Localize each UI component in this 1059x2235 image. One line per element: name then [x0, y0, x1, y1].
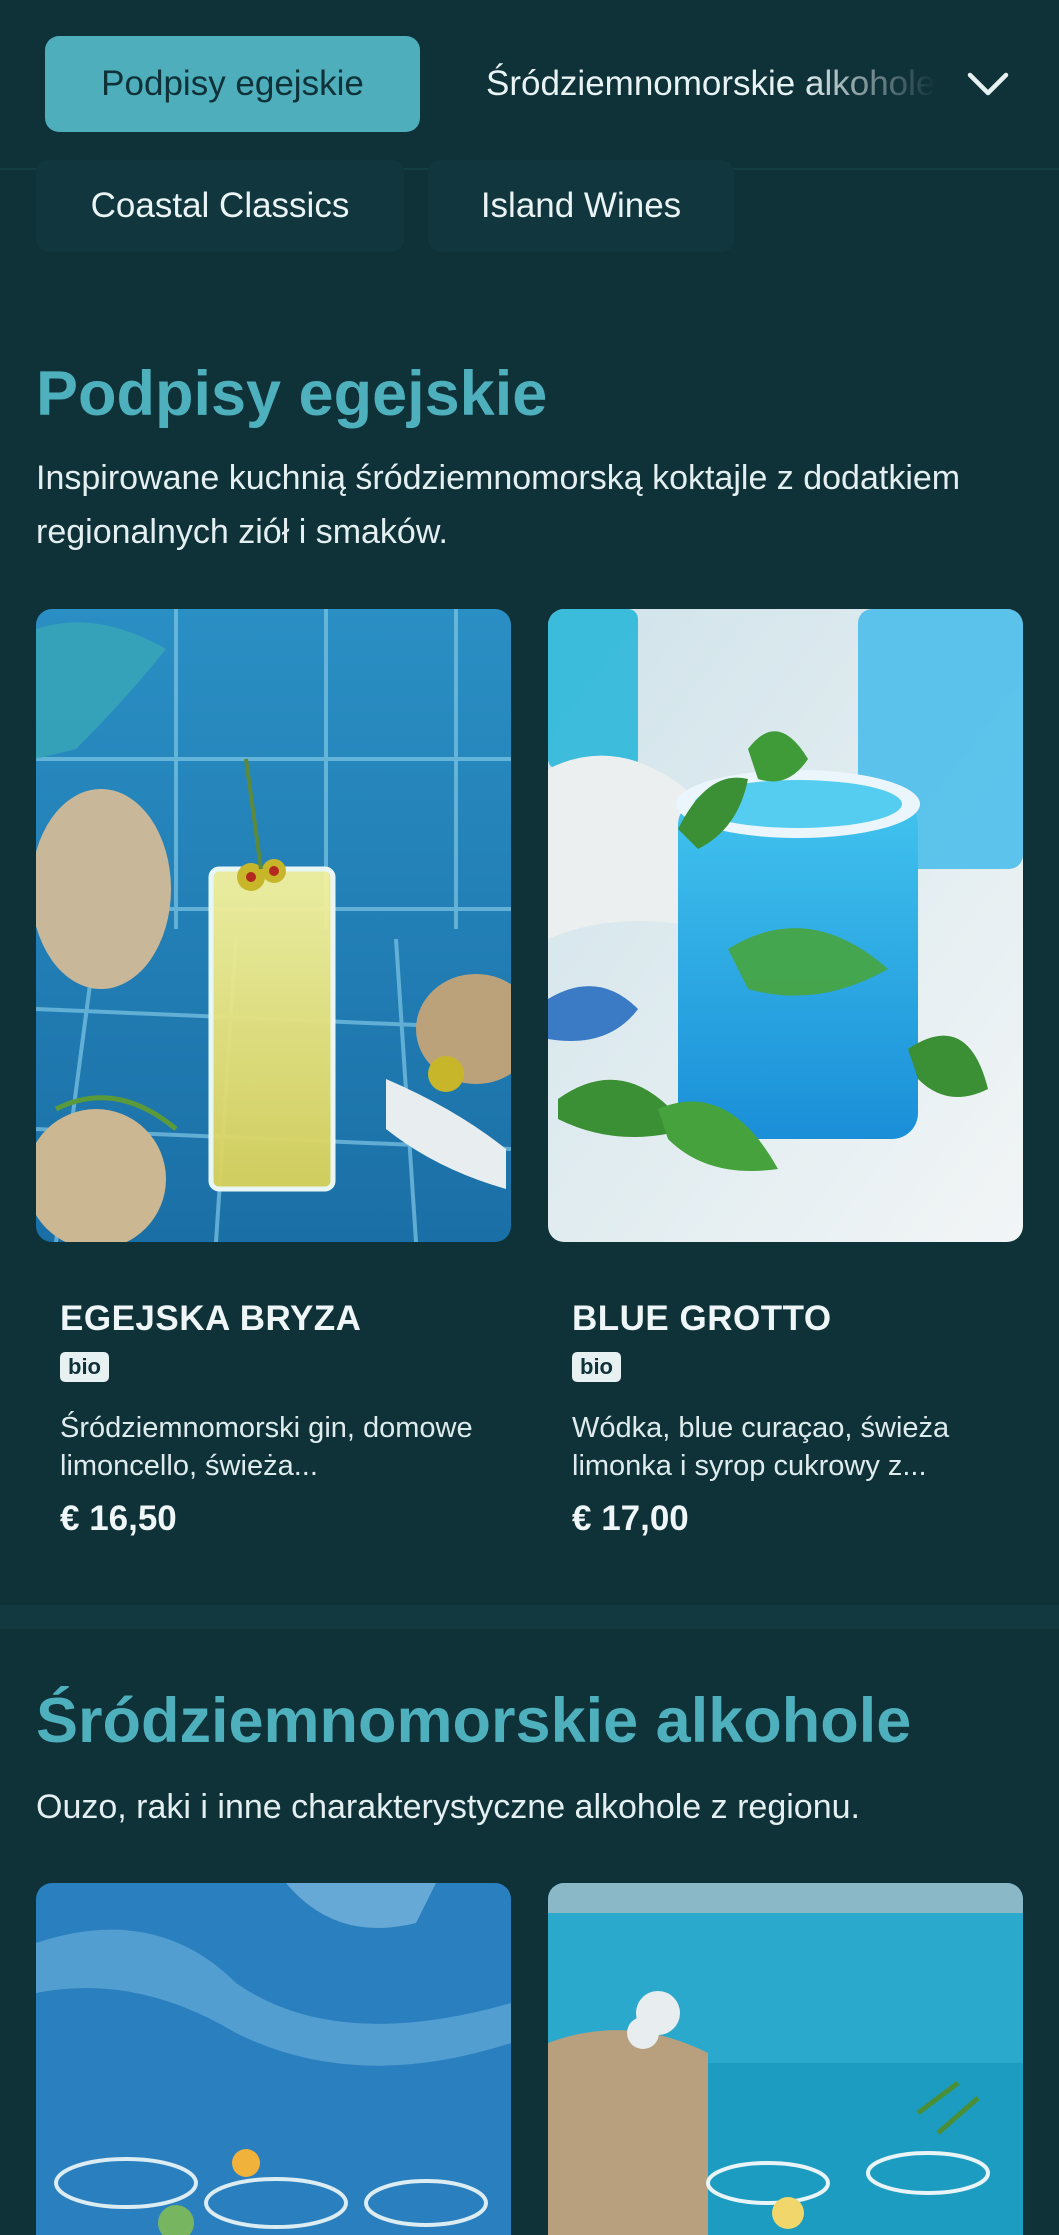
menu-item-card[interactable]	[36, 1883, 511, 2235]
item-price: € 16,50	[60, 1499, 177, 1538]
item-name: EGEJSKA BRYZA	[60, 1299, 362, 1338]
category-tab-next[interactable]: Śródziemnomorskie alkohole	[486, 36, 936, 132]
bio-badge: bio	[60, 1352, 109, 1382]
subtab-island-wines[interactable]: Island Wines	[428, 160, 734, 252]
cocktail-photo	[548, 609, 1023, 1242]
cocktail-photo	[36, 609, 511, 1242]
category-tab-active[interactable]: Podpisy egejskie	[45, 36, 420, 132]
menu-item-card[interactable]	[548, 1883, 1023, 2235]
section-description: Inspirowane kuchnią śródziemnomorską kok…	[36, 459, 961, 551]
section-title: Śródziemnomorskie alkohole	[36, 1686, 912, 1756]
menu-item-card[interactable]: EGEJSKA BRYZA bio Śródziemnomorski gin, …	[36, 609, 511, 1559]
item-name: BLUE GROTTO	[572, 1299, 832, 1338]
menu-item-card[interactable]: BLUE GROTTO bio Wódka, blue curaçao, świ…	[548, 609, 1023, 1559]
subtab-coastal-classics[interactable]: Coastal Classics	[36, 160, 404, 252]
bio-badge: bio	[572, 1352, 621, 1382]
category-bar: Podpisy egejskie Śródziemnomorskie alkoh…	[0, 0, 1059, 170]
item-price: € 17,00	[572, 1499, 689, 1538]
item-description: Śródziemnomorski gin, domowe limoncello,…	[60, 1412, 473, 1482]
drink-photo	[548, 1883, 1023, 2235]
item-description: Wódka, blue curaçao, świeża limonka i sy…	[572, 1412, 950, 1482]
section-title: Podpisy egejskie	[36, 359, 548, 429]
section-divider	[0, 1605, 1059, 1629]
section-description: Ouzo, raki i inne charakterystyczne alko…	[36, 1788, 860, 1826]
drink-photo	[36, 1883, 511, 2235]
chevron-down-icon[interactable]	[960, 56, 1016, 112]
